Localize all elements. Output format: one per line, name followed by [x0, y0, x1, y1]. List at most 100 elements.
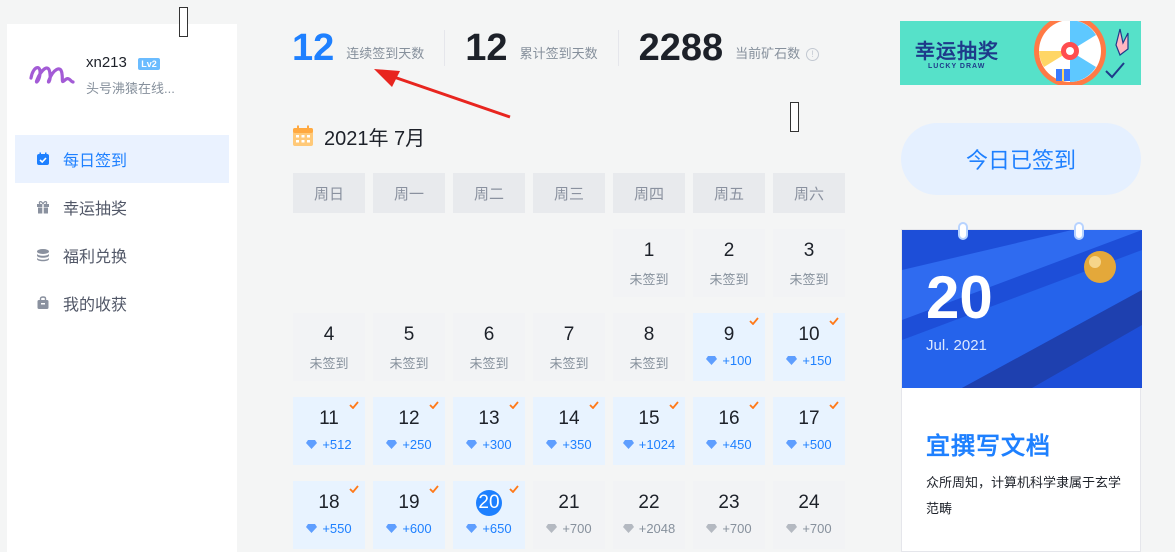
sidebar: xn213 Lv2 头号沸猿在线... 每日签到 幸运抽奖 福利兑换 我的收获: [7, 24, 237, 552]
day-number: 21: [558, 492, 580, 513]
checkmark-icon: [349, 485, 359, 493]
day-number: 24: [798, 492, 820, 513]
day-status-text: +450: [722, 437, 752, 452]
ore-gem-icon: [386, 440, 398, 449]
day-status-text: +300: [482, 437, 512, 452]
calendar-day-12[interactable]: 12 +250: [373, 397, 445, 465]
day-status-text: +100: [722, 353, 752, 368]
calendar-day-2[interactable]: 2 未签到: [693, 229, 765, 297]
prize-wheel-icon: [1034, 21, 1129, 85]
day-number: 17: [798, 408, 820, 429]
day-status: +350: [533, 437, 605, 452]
calendar-day-17[interactable]: 17 +500: [773, 397, 845, 465]
calendar-empty-cell: [533, 229, 605, 297]
calendar-day-3[interactable]: 3 未签到: [773, 229, 845, 297]
calendar-day-11[interactable]: 11 +512: [293, 397, 365, 465]
calendar-day-14[interactable]: 14 +350: [533, 397, 605, 465]
sidebar-item-label: 我的收获: [63, 297, 128, 314]
calendar-day-20[interactable]: 20 +650: [453, 481, 525, 549]
day-status: +700: [533, 521, 605, 536]
day-number: 3: [803, 240, 815, 261]
day-status-text: +700: [802, 521, 832, 536]
calendar-day-16[interactable]: 16 +450: [693, 397, 765, 465]
day-status-text: +500: [802, 437, 832, 452]
card-month-year: Jul. 2021: [926, 337, 987, 354]
weekday-label: 周一: [373, 173, 445, 213]
day-status-text: +2048: [638, 521, 676, 536]
calendar-day-6[interactable]: 6 未签到: [453, 313, 525, 381]
calendar-check-icon: [35, 151, 51, 167]
weekday-label: 周六: [773, 173, 845, 213]
binder-clip-icon: [1074, 222, 1084, 240]
sidebar-item-label: 幸运抽奖: [63, 201, 128, 218]
stat-value: 12: [292, 27, 335, 69]
day-status: +1024: [613, 437, 685, 452]
calendar-empty-cell: [453, 229, 525, 297]
calendar-day-9[interactable]: 9 +100: [693, 313, 765, 381]
calendar-day-18[interactable]: 18 +550: [293, 481, 365, 549]
sidebar-item-label: 每日签到: [63, 153, 128, 170]
ore-gem-icon: [466, 524, 478, 533]
gift-icon: [35, 199, 51, 215]
day-status: 未签到: [453, 353, 525, 372]
weekday-header: 周日 周一 周二 周三 周四 周五 周六: [293, 173, 845, 213]
calendar-day-19[interactable]: 19 +600: [373, 481, 445, 549]
calendar-day-8[interactable]: 8 未签到: [613, 313, 685, 381]
calendar-day-7[interactable]: 7 未签到: [533, 313, 605, 381]
signed-in-button[interactable]: 今日已签到: [901, 123, 1141, 195]
day-status: +450: [693, 437, 765, 452]
calendar-day-21[interactable]: 21 +700: [533, 481, 605, 549]
day-status: +550: [293, 521, 365, 536]
day-number: 22: [638, 492, 660, 513]
checkmark-icon: [509, 401, 519, 409]
info-icon[interactable]: !: [806, 48, 820, 61]
checkmark-icon: [429, 485, 439, 493]
username[interactable]: xn213: [86, 54, 127, 71]
day-number: 23: [718, 492, 740, 513]
ore-gem-icon: [622, 524, 634, 533]
card-text: 众所周知，计算机科学隶属于玄学范畴: [926, 475, 1122, 516]
calendar-day-1[interactable]: 1 未签到: [613, 229, 685, 297]
sidebar-item-my-harvest[interactable]: 我的收获: [15, 279, 229, 327]
day-status-text: 未签到: [309, 356, 349, 371]
calendar-day-5[interactable]: 5 未签到: [373, 313, 445, 381]
calendar-month-header: 2021年 7月: [292, 122, 425, 150]
banner-title: 幸运抽奖: [915, 41, 999, 63]
weekday-label: 周三: [533, 173, 605, 213]
day-number: 7: [563, 324, 575, 345]
day-status: +250: [373, 437, 445, 452]
scroll-handle[interactable]: [790, 102, 799, 132]
checkmark-icon: [829, 401, 839, 409]
sidebar-item-welfare-exchange[interactable]: 福利兑换: [15, 231, 229, 279]
calendar-day-22[interactable]: 22 +2048: [613, 481, 685, 549]
avatar[interactable]: [27, 52, 77, 92]
sidebar-item-lucky-draw[interactable]: 幸运抽奖: [15, 183, 229, 231]
weekday-label: 周日: [293, 173, 365, 213]
calendar-day-15[interactable]: 15 +1024: [613, 397, 685, 465]
ore-gem-icon: [706, 440, 718, 449]
calendar-day-24[interactable]: 24 +700: [773, 481, 845, 549]
calendar-day-13[interactable]: 13 +300: [453, 397, 525, 465]
day-number: 1: [643, 240, 655, 261]
user-profile[interactable]: xn213 Lv2 头号沸猿在线...: [27, 52, 227, 96]
calendar-day-4[interactable]: 4 未签到: [293, 313, 365, 381]
binder-clip-icon: [958, 222, 968, 240]
day-status: +700: [693, 521, 765, 536]
weekday-label: 周五: [693, 173, 765, 213]
day-number: 14: [558, 408, 580, 429]
weekday-label: 周二: [453, 173, 525, 213]
card-title: 宜撰写文档: [926, 433, 1051, 460]
ore-gem-icon: [786, 440, 798, 449]
day-number: 4: [323, 324, 335, 345]
calendar-day-10[interactable]: 10 +150: [773, 313, 845, 381]
checkmark-icon: [669, 401, 679, 409]
calendar-day-23[interactable]: 23 +700: [693, 481, 765, 549]
day-status-text: +700: [722, 521, 752, 536]
scroll-handle[interactable]: [179, 7, 188, 37]
calendar-empty-cell: [373, 229, 445, 297]
sidebar-item-daily-signin[interactable]: 每日签到: [15, 135, 229, 183]
lucky-draw-banner[interactable]: 幸运抽奖 LUCKY DRAW: [900, 21, 1141, 85]
day-status-text: 未签到: [629, 272, 669, 287]
day-status: +600: [373, 521, 445, 536]
day-status-text: +1024: [638, 437, 676, 452]
